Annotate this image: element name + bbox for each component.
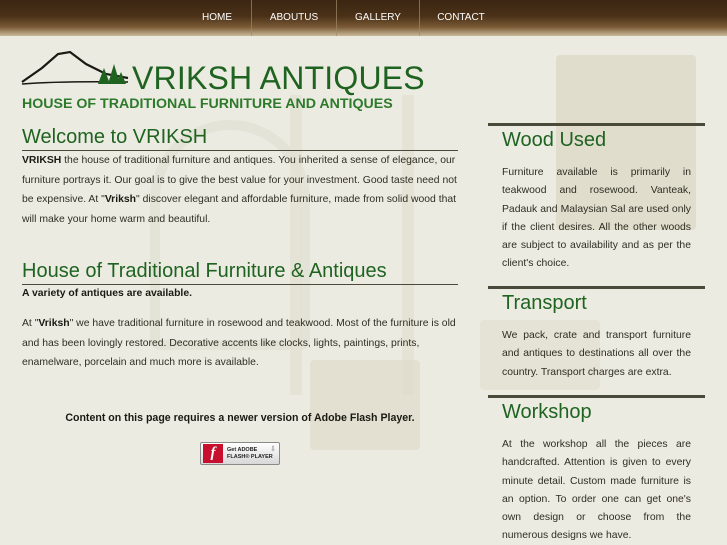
welcome-paragraph: VRIKSH the house of traditional furnitur…	[22, 151, 458, 229]
house-text-part: " we have traditional furniture in rosew…	[22, 318, 456, 368]
nav-divider	[251, 0, 252, 36]
site-title: VRIKSH ANTIQUES	[132, 60, 425, 96]
mountain-tree-logo-icon	[21, 50, 129, 85]
brand-name: Vriksh	[38, 318, 70, 329]
top-navigation: HOME ABOUTUS GALLERY CONTACT	[0, 0, 727, 36]
house-heading: House of Traditional Furniture & Antique…	[22, 260, 458, 285]
site-tagline: HOUSE OF TRADITIONAL FURNITURE AND ANTIQ…	[22, 96, 393, 112]
wood-paragraph: Furniture available is primarily in teak…	[502, 167, 691, 270]
nav-divider	[419, 0, 420, 36]
wood-heading: Wood Used	[502, 129, 607, 151]
section-divider	[488, 286, 705, 289]
section-divider	[488, 123, 705, 126]
background-chest-illustration	[310, 360, 420, 450]
flash-required-message: Content on this page requires a newer ve…	[65, 412, 415, 424]
nav-aboutus[interactable]: ABOUTUS	[256, 0, 332, 36]
house-paragraph: At "Vriksh" we have traditional furnitur…	[22, 314, 458, 373]
workshop-heading: Workshop	[502, 401, 592, 423]
flash-logo-icon: f	[203, 444, 223, 463]
flash-badge-line: FLASH® PLAYER	[227, 453, 273, 460]
transport-paragraph: We pack, crate and transport furniture a…	[502, 330, 691, 378]
welcome-heading: Welcome to VRIKSH	[22, 126, 458, 151]
brand-name: VRIKSH	[22, 155, 62, 166]
nav-home[interactable]: HOME	[186, 0, 248, 36]
get-flash-player-button[interactable]: f Get ADOBE FLASH® PLAYER ⇩	[200, 442, 280, 465]
nav-divider	[336, 0, 337, 36]
transport-heading: Transport	[502, 292, 587, 314]
nav-gallery[interactable]: GALLERY	[341, 0, 415, 36]
brand-name: Vriksh	[104, 194, 137, 205]
flash-badge-label: Get ADOBE FLASH® PLAYER	[227, 447, 273, 461]
workshop-paragraph: At the workshop all the pieces are handc…	[502, 439, 691, 542]
flash-badge-line: Get ADOBE	[227, 446, 258, 453]
section-divider	[488, 395, 705, 398]
house-subheading: A variety of antiques are available.	[22, 288, 192, 299]
download-arrow-icon: ⇩	[270, 446, 276, 453]
nav-contact[interactable]: CONTACT	[424, 0, 498, 36]
house-text-part: At "	[22, 318, 39, 329]
